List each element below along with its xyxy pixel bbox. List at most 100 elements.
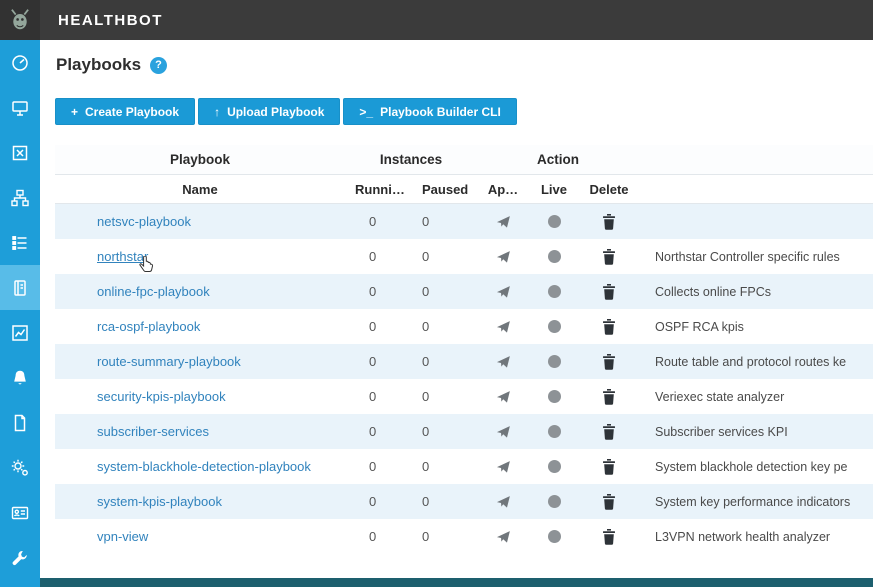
playbook-link[interactable]: rca-ospf-playbook [55,319,345,334]
live-toggle[interactable] [529,460,579,473]
live-status-icon [548,425,561,438]
create-playbook-button[interactable]: + Create Playbook [55,98,195,125]
playbook-link[interactable]: online-fpc-playbook [55,284,345,299]
playbook-link[interactable]: system-blackhole-detection-playbook [55,459,345,474]
apply-button[interactable] [477,389,529,404]
delete-button[interactable] [579,424,639,440]
playbooks-table: Playbook Instances Action Name Runni… Pa… [55,145,873,554]
delete-button[interactable] [579,459,639,475]
running-count: 0 [345,494,415,509]
id-card-icon [10,503,30,523]
live-toggle[interactable] [529,215,579,228]
playbook-link[interactable]: netsvc-playbook [55,214,345,229]
sidebar-item-playbooks[interactable] [0,265,40,310]
paper-plane-icon [496,249,511,264]
delete-button[interactable] [579,284,639,300]
plus-icon: + [71,105,78,119]
sidebar-item-dashboard[interactable] [0,40,40,85]
table-row: netsvc-playbook 0 0 [55,204,873,239]
live-status-icon [548,390,561,403]
sidebar-item-administration[interactable] [0,490,40,535]
sidebar-item-rules[interactable] [0,220,40,265]
live-toggle[interactable] [529,530,579,543]
upload-playbook-button[interactable]: ↑ Upload Playbook [198,98,340,125]
running-count: 0 [345,424,415,439]
running-count: 0 [345,459,415,474]
sidebar [0,40,40,587]
delete-button[interactable] [579,214,639,230]
delete-button[interactable] [579,494,639,510]
help-icon[interactable]: ? [150,57,167,74]
live-toggle[interactable] [529,355,579,368]
paper-plane-icon [496,284,511,299]
playbook-link[interactable]: system-kpis-playbook [55,494,345,509]
apply-button[interactable] [477,494,529,509]
apply-button[interactable] [477,529,529,544]
sidebar-item-device-group[interactable] [0,130,40,175]
apply-button[interactable] [477,319,529,334]
playbook-builder-cli-button[interactable]: >_ Playbook Builder CLI [343,98,516,125]
live-toggle[interactable] [529,285,579,298]
paused-count: 0 [415,354,477,369]
column-header-live: Live [529,182,579,197]
sidebar-item-alarms[interactable] [0,355,40,400]
playbook-builder-cli-label: Playbook Builder CLI [380,105,501,119]
live-status-icon [548,355,561,368]
bell-icon [10,368,30,388]
sidebar-item-topology[interactable] [0,175,40,220]
table-row: online-fpc-playbook 0 0 Collects online … [55,274,873,309]
group-header-instances: Instances [345,152,477,167]
apply-button[interactable] [477,424,529,439]
apply-button[interactable] [477,284,529,299]
playbook-link[interactable]: vpn-view [55,529,345,544]
live-toggle[interactable] [529,495,579,508]
running-count: 0 [345,284,415,299]
app-root: HEALTHBOT [0,0,873,587]
group-header-action: Action [477,152,639,167]
checklist-icon [10,233,30,253]
paused-count: 0 [415,319,477,334]
apply-button[interactable] [477,249,529,264]
apply-button[interactable] [477,354,529,369]
playbook-description: Northstar Controller specific rules [639,250,873,264]
sidebar-item-settings[interactable] [0,445,40,490]
table-row: route-summary-playbook 0 0 Route table a… [55,344,873,379]
live-toggle[interactable] [529,425,579,438]
delete-button[interactable] [579,319,639,335]
paper-plane-icon [496,214,511,229]
playbook-description: Veriexec state analyzer [639,390,873,404]
live-toggle[interactable] [529,250,579,263]
delete-button[interactable] [579,529,639,545]
delete-button[interactable] [579,354,639,370]
playbook-link[interactable]: subscriber-services [55,424,345,439]
running-count: 0 [345,354,415,369]
sidebar-item-reports[interactable] [0,400,40,445]
paper-plane-icon [496,424,511,439]
gauge-icon [10,53,30,73]
trash-icon [602,354,616,370]
live-status-icon [548,320,561,333]
column-header-delete: Delete [579,182,639,197]
live-toggle[interactable] [529,390,579,403]
delete-button[interactable] [579,249,639,265]
page-title: Playbooks [56,55,141,75]
paper-plane-icon [496,389,511,404]
apply-button[interactable] [477,214,529,229]
group-header-playbook: Playbook [55,152,345,167]
live-status-icon [548,215,561,228]
live-status-icon [548,250,561,263]
sidebar-item-tools[interactable] [0,535,40,580]
apply-button[interactable] [477,459,529,474]
delete-button[interactable] [579,389,639,405]
table-row: security-kpis-playbook 0 0 Veriexec stat… [55,379,873,414]
paused-count: 0 [415,249,477,264]
trash-icon [602,249,616,265]
paused-count: 0 [415,389,477,404]
sidebar-item-charts[interactable] [0,310,40,355]
playbook-description: System blackhole detection key pe [639,460,873,474]
playbook-link[interactable]: route-summary-playbook [55,354,345,369]
playbook-link[interactable]: security-kpis-playbook [55,389,345,404]
live-toggle[interactable] [529,320,579,333]
sidebar-item-devices[interactable] [0,85,40,130]
playbook-link[interactable]: northstar [55,249,345,264]
